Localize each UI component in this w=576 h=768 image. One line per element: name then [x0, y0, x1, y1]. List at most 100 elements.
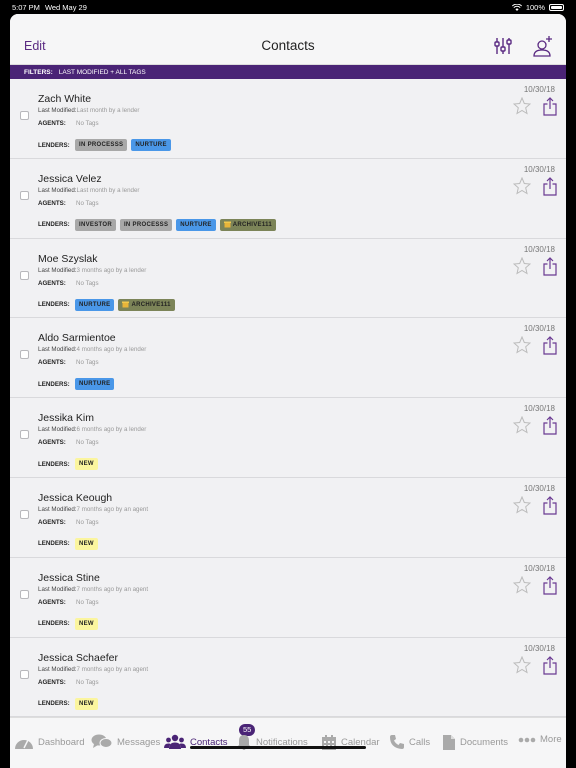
status-time: 5:07 PM	[12, 2, 40, 12]
last-modified: Last Modified:4 months ago by a lender	[38, 346, 146, 353]
lender-tag[interactable]: NEW	[75, 617, 98, 630]
contact-name: Jessika Kim	[38, 412, 95, 425]
row-checkbox[interactable]	[20, 430, 29, 440]
tab-dashboard[interactable]: Dashboard	[14, 734, 84, 750]
archive-box-icon	[122, 301, 130, 308]
agents-value: No Tags	[76, 279, 99, 287]
agents-label: AGENTS:	[38, 518, 66, 526]
last-modified-value: Last month by a lender	[76, 186, 140, 194]
last-modified-label: Last Modified:	[38, 107, 77, 114]
lender-tag[interactable]: NURTURE	[75, 298, 115, 311]
lenders-line: LENDERS: IN PROCESSS NURTURE	[38, 139, 171, 151]
lender-tag[interactable]: ARCHIVE111	[118, 298, 175, 311]
navbar: Edit Contacts	[10, 14, 566, 65]
star-icon[interactable]	[513, 336, 531, 354]
star-icon[interactable]	[513, 256, 531, 275]
star-icon[interactable]	[513, 97, 531, 115]
contact-row[interactable]: Jessica Velez Last Modified:Last month by…	[10, 158, 566, 239]
filters-bar[interactable]: FILTERS: LAST MODIFIED + ALL TAGS	[10, 65, 566, 79]
contact-row[interactable]: Jessica Keough Last Modified:7 months ago…	[10, 477, 566, 558]
edit-button[interactable]: Edit	[24, 39, 46, 53]
share-icon[interactable]	[543, 496, 557, 515]
agents-label: AGENTS:	[38, 359, 66, 367]
lender-tag[interactable]: NURTURE	[176, 218, 216, 231]
lender-tag-label: NURTURE	[79, 381, 111, 388]
contact-row[interactable]: Moe Szyslak Last Modified:3 months ago by…	[10, 238, 566, 319]
tab-bar: Dashboard Messages Contacts 55 Notificat…	[10, 717, 566, 768]
last-modified: Last Modified:6 months ago by a lender	[38, 426, 146, 433]
lender-tag[interactable]: IN PROCESSS	[75, 139, 128, 151]
contact-date: 10/30/18	[523, 563, 555, 573]
star-icon[interactable]	[513, 655, 531, 674]
lender-tag-label: IN PROCESSS	[123, 221, 169, 228]
row-checkbox[interactable]	[20, 350, 29, 360]
contact-date: 10/30/18	[523, 404, 555, 414]
agents-label: AGENTS:	[38, 279, 66, 287]
contact-name: Zach White	[38, 93, 92, 105]
agents-label: AGENTS:	[38, 598, 66, 606]
tab-messages[interactable]: Messages	[91, 734, 160, 750]
lender-tag[interactable]: INVESTOR	[75, 218, 116, 231]
row-checkbox[interactable]	[20, 111, 29, 120]
page-title: Contacts	[261, 38, 315, 53]
row-checkbox[interactable]	[20, 589, 29, 599]
share-icon[interactable]	[543, 336, 557, 355]
lender-tag-label: NEW	[79, 540, 94, 547]
row-checkbox[interactable]	[20, 669, 29, 679]
lender-tag[interactable]: ARCHIVE111	[219, 218, 277, 231]
last-modified: Last Modified:3 months ago by a lender	[38, 267, 146, 274]
lender-tag[interactable]: NURTURE	[131, 139, 171, 151]
last-modified: Last Modified:Last month by a lender	[38, 107, 139, 114]
tab-more[interactable]: More	[518, 734, 562, 745]
star-icon[interactable]	[513, 176, 531, 195]
lenders-label: LENDERS:	[38, 380, 70, 388]
agents-label: AGENTS:	[38, 199, 66, 207]
lenders-label: LENDERS:	[38, 700, 70, 708]
lenders-label: LENDERS:	[38, 141, 70, 149]
contact-row[interactable]: Zach White Last Modified:Last month by a …	[10, 79, 566, 159]
share-icon[interactable]	[543, 176, 557, 196]
lenders-line: LENDERS: NURTURE ARCHIVE111	[38, 298, 175, 311]
star-icon[interactable]	[513, 495, 531, 514]
contact-row[interactable]: Jessica Stine Last Modified:7 months ago …	[10, 557, 566, 638]
lender-tag[interactable]: NURTURE	[75, 378, 115, 391]
row-checkbox[interactable]	[20, 190, 29, 200]
share-icon[interactable]	[543, 655, 557, 675]
last-modified-value: 7 months ago by an agent	[76, 585, 149, 593]
lender-tag-label: IN PROCESSS	[79, 142, 124, 148]
share-icon[interactable]	[543, 416, 557, 435]
share-icon[interactable]	[543, 97, 557, 116]
lender-tag-label: ARCHIVE111	[232, 221, 273, 228]
last-modified-label: Last Modified:	[38, 266, 77, 274]
filter-sliders-icon[interactable]	[494, 37, 512, 55]
lender-tag[interactable]: NEW	[75, 458, 98, 471]
lender-tag-label: NEW	[79, 700, 94, 707]
lender-tag-label: ARCHIVE111	[131, 301, 171, 308]
last-modified-value: 7 months ago by an agent	[76, 505, 149, 513]
share-icon[interactable]	[543, 256, 557, 276]
contact-row[interactable]: Aldo Sarmientoe Last Modified:4 months ag…	[10, 318, 566, 399]
contact-row[interactable]: Jessica Schaefer Last Modified:7 months a…	[10, 637, 566, 717]
lenders-label: LENDERS:	[38, 540, 70, 548]
row-checkbox[interactable]	[20, 270, 29, 280]
contact-date: 10/30/18	[523, 324, 555, 334]
last-modified: Last Modified:Last month by a lender	[38, 187, 139, 194]
contact-row[interactable]: Jessika Kim Last Modified:6 months ago by…	[10, 398, 566, 478]
contact-list[interactable]: Zach White Last Modified:Last month by a …	[10, 79, 566, 717]
share-icon[interactable]	[543, 575, 557, 595]
star-icon[interactable]	[513, 416, 531, 434]
lender-tag-label: NURTURE	[135, 142, 167, 148]
lender-tag[interactable]: NEW	[75, 537, 98, 550]
tab-documents[interactable]: Documents	[442, 734, 508, 751]
last-modified-label: Last Modified:	[38, 505, 77, 513]
agents-line: AGENTS: No Tags	[38, 679, 99, 686]
lenders-label: LENDERS:	[38, 221, 70, 229]
row-checkbox[interactable]	[20, 509, 29, 519]
contact-date: 10/30/18	[523, 483, 555, 493]
lender-tag[interactable]: NEW	[75, 697, 98, 710]
star-icon[interactable]	[513, 575, 531, 594]
tab-calls[interactable]: Calls	[389, 734, 430, 750]
contact-name: Jessica Stine	[38, 571, 100, 584]
lender-tag[interactable]: IN PROCESSS	[119, 218, 173, 231]
add-contact-icon[interactable]	[532, 35, 554, 57]
